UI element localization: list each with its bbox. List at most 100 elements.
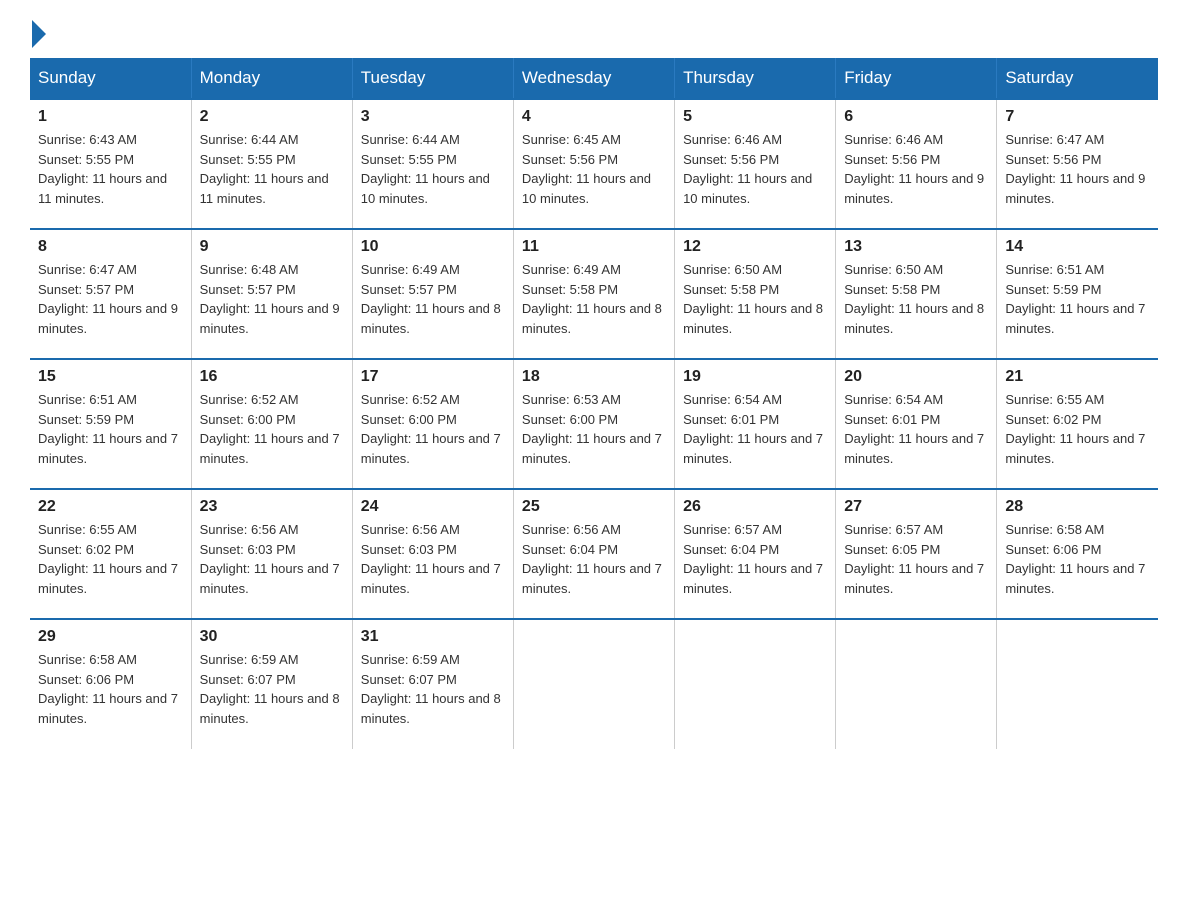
calendar-day-cell: 30 Sunrise: 6:59 AMSunset: 6:07 PMDaylig…	[191, 619, 352, 749]
calendar-day-cell: 1 Sunrise: 6:43 AMSunset: 5:55 PMDayligh…	[30, 99, 191, 229]
calendar-day-cell: 6 Sunrise: 6:46 AMSunset: 5:56 PMDayligh…	[836, 99, 997, 229]
day-info: Sunrise: 6:55 AMSunset: 6:02 PMDaylight:…	[1005, 392, 1145, 466]
day-number: 21	[1005, 368, 1150, 386]
day-number: 22	[38, 498, 183, 516]
calendar-day-cell: 2 Sunrise: 6:44 AMSunset: 5:55 PMDayligh…	[191, 99, 352, 229]
weekday-header-sunday: Sunday	[30, 58, 191, 99]
day-info: Sunrise: 6:56 AMSunset: 6:03 PMDaylight:…	[200, 522, 340, 596]
calendar-day-cell: 28 Sunrise: 6:58 AMSunset: 6:06 PMDaylig…	[997, 489, 1158, 619]
calendar-day-cell: 7 Sunrise: 6:47 AMSunset: 5:56 PMDayligh…	[997, 99, 1158, 229]
logo	[30, 20, 46, 48]
calendar-week-row: 29 Sunrise: 6:58 AMSunset: 6:06 PMDaylig…	[30, 619, 1158, 749]
day-number: 24	[361, 498, 505, 516]
day-number: 8	[38, 238, 183, 256]
day-info: Sunrise: 6:43 AMSunset: 5:55 PMDaylight:…	[38, 132, 167, 206]
day-number: 20	[844, 368, 988, 386]
calendar-day-cell: 23 Sunrise: 6:56 AMSunset: 6:03 PMDaylig…	[191, 489, 352, 619]
day-number: 17	[361, 368, 505, 386]
day-info: Sunrise: 6:56 AMSunset: 6:03 PMDaylight:…	[361, 522, 501, 596]
calendar-day-cell: 20 Sunrise: 6:54 AMSunset: 6:01 PMDaylig…	[836, 359, 997, 489]
weekday-header-thursday: Thursday	[675, 58, 836, 99]
calendar-week-row: 8 Sunrise: 6:47 AMSunset: 5:57 PMDayligh…	[30, 229, 1158, 359]
day-info: Sunrise: 6:53 AMSunset: 6:00 PMDaylight:…	[522, 392, 662, 466]
calendar-day-cell: 27 Sunrise: 6:57 AMSunset: 6:05 PMDaylig…	[836, 489, 997, 619]
day-number: 5	[683, 108, 827, 126]
calendar-day-cell: 3 Sunrise: 6:44 AMSunset: 5:55 PMDayligh…	[352, 99, 513, 229]
calendar-day-cell: 25 Sunrise: 6:56 AMSunset: 6:04 PMDaylig…	[513, 489, 674, 619]
calendar-day-cell: 9 Sunrise: 6:48 AMSunset: 5:57 PMDayligh…	[191, 229, 352, 359]
day-info: Sunrise: 6:59 AMSunset: 6:07 PMDaylight:…	[361, 652, 501, 726]
calendar-day-cell	[513, 619, 674, 749]
day-number: 11	[522, 238, 666, 256]
day-info: Sunrise: 6:52 AMSunset: 6:00 PMDaylight:…	[200, 392, 340, 466]
day-info: Sunrise: 6:47 AMSunset: 5:57 PMDaylight:…	[38, 262, 178, 336]
day-info: Sunrise: 6:56 AMSunset: 6:04 PMDaylight:…	[522, 522, 662, 596]
day-number: 1	[38, 108, 183, 126]
day-number: 19	[683, 368, 827, 386]
day-info: Sunrise: 6:59 AMSunset: 6:07 PMDaylight:…	[200, 652, 340, 726]
day-info: Sunrise: 6:50 AMSunset: 5:58 PMDaylight:…	[844, 262, 984, 336]
weekday-header-saturday: Saturday	[997, 58, 1158, 99]
calendar-day-cell: 19 Sunrise: 6:54 AMSunset: 6:01 PMDaylig…	[675, 359, 836, 489]
day-number: 7	[1005, 108, 1150, 126]
calendar-day-cell: 22 Sunrise: 6:55 AMSunset: 6:02 PMDaylig…	[30, 489, 191, 619]
day-number: 2	[200, 108, 344, 126]
calendar-day-cell: 12 Sunrise: 6:50 AMSunset: 5:58 PMDaylig…	[675, 229, 836, 359]
day-info: Sunrise: 6:57 AMSunset: 6:04 PMDaylight:…	[683, 522, 823, 596]
day-info: Sunrise: 6:51 AMSunset: 5:59 PMDaylight:…	[1005, 262, 1145, 336]
day-info: Sunrise: 6:54 AMSunset: 6:01 PMDaylight:…	[683, 392, 823, 466]
day-number: 25	[522, 498, 666, 516]
day-number: 23	[200, 498, 344, 516]
calendar-day-cell: 10 Sunrise: 6:49 AMSunset: 5:57 PMDaylig…	[352, 229, 513, 359]
day-info: Sunrise: 6:51 AMSunset: 5:59 PMDaylight:…	[38, 392, 178, 466]
calendar-table: SundayMondayTuesdayWednesdayThursdayFrid…	[30, 58, 1158, 749]
calendar-day-cell: 26 Sunrise: 6:57 AMSunset: 6:04 PMDaylig…	[675, 489, 836, 619]
day-number: 26	[683, 498, 827, 516]
weekday-header-row: SundayMondayTuesdayWednesdayThursdayFrid…	[30, 58, 1158, 99]
day-info: Sunrise: 6:44 AMSunset: 5:55 PMDaylight:…	[200, 132, 329, 206]
day-info: Sunrise: 6:58 AMSunset: 6:06 PMDaylight:…	[38, 652, 178, 726]
day-number: 10	[361, 238, 505, 256]
day-info: Sunrise: 6:47 AMSunset: 5:56 PMDaylight:…	[1005, 132, 1145, 206]
day-number: 6	[844, 108, 988, 126]
day-number: 9	[200, 238, 344, 256]
calendar-day-cell: 29 Sunrise: 6:58 AMSunset: 6:06 PMDaylig…	[30, 619, 191, 749]
calendar-week-row: 22 Sunrise: 6:55 AMSunset: 6:02 PMDaylig…	[30, 489, 1158, 619]
day-number: 15	[38, 368, 183, 386]
day-number: 28	[1005, 498, 1150, 516]
day-info: Sunrise: 6:58 AMSunset: 6:06 PMDaylight:…	[1005, 522, 1145, 596]
calendar-day-cell: 8 Sunrise: 6:47 AMSunset: 5:57 PMDayligh…	[30, 229, 191, 359]
calendar-day-cell: 31 Sunrise: 6:59 AMSunset: 6:07 PMDaylig…	[352, 619, 513, 749]
calendar-day-cell	[997, 619, 1158, 749]
weekday-header-tuesday: Tuesday	[352, 58, 513, 99]
day-info: Sunrise: 6:46 AMSunset: 5:56 PMDaylight:…	[683, 132, 812, 206]
weekday-header-monday: Monday	[191, 58, 352, 99]
page-header	[30, 20, 1158, 48]
calendar-week-row: 15 Sunrise: 6:51 AMSunset: 5:59 PMDaylig…	[30, 359, 1158, 489]
day-info: Sunrise: 6:57 AMSunset: 6:05 PMDaylight:…	[844, 522, 984, 596]
calendar-day-cell: 18 Sunrise: 6:53 AMSunset: 6:00 PMDaylig…	[513, 359, 674, 489]
day-info: Sunrise: 6:52 AMSunset: 6:00 PMDaylight:…	[361, 392, 501, 466]
calendar-day-cell: 14 Sunrise: 6:51 AMSunset: 5:59 PMDaylig…	[997, 229, 1158, 359]
day-number: 18	[522, 368, 666, 386]
day-info: Sunrise: 6:48 AMSunset: 5:57 PMDaylight:…	[200, 262, 340, 336]
calendar-day-cell: 13 Sunrise: 6:50 AMSunset: 5:58 PMDaylig…	[836, 229, 997, 359]
calendar-day-cell	[836, 619, 997, 749]
day-number: 16	[200, 368, 344, 386]
day-info: Sunrise: 6:46 AMSunset: 5:56 PMDaylight:…	[844, 132, 984, 206]
calendar-day-cell: 21 Sunrise: 6:55 AMSunset: 6:02 PMDaylig…	[997, 359, 1158, 489]
day-info: Sunrise: 6:49 AMSunset: 5:58 PMDaylight:…	[522, 262, 662, 336]
calendar-day-cell: 15 Sunrise: 6:51 AMSunset: 5:59 PMDaylig…	[30, 359, 191, 489]
day-info: Sunrise: 6:54 AMSunset: 6:01 PMDaylight:…	[844, 392, 984, 466]
calendar-day-cell: 5 Sunrise: 6:46 AMSunset: 5:56 PMDayligh…	[675, 99, 836, 229]
calendar-day-cell: 24 Sunrise: 6:56 AMSunset: 6:03 PMDaylig…	[352, 489, 513, 619]
day-number: 29	[38, 628, 183, 646]
day-info: Sunrise: 6:50 AMSunset: 5:58 PMDaylight:…	[683, 262, 823, 336]
day-number: 3	[361, 108, 505, 126]
calendar-day-cell: 4 Sunrise: 6:45 AMSunset: 5:56 PMDayligh…	[513, 99, 674, 229]
day-number: 27	[844, 498, 988, 516]
day-info: Sunrise: 6:44 AMSunset: 5:55 PMDaylight:…	[361, 132, 490, 206]
weekday-header-wednesday: Wednesday	[513, 58, 674, 99]
day-number: 13	[844, 238, 988, 256]
calendar-week-row: 1 Sunrise: 6:43 AMSunset: 5:55 PMDayligh…	[30, 99, 1158, 229]
